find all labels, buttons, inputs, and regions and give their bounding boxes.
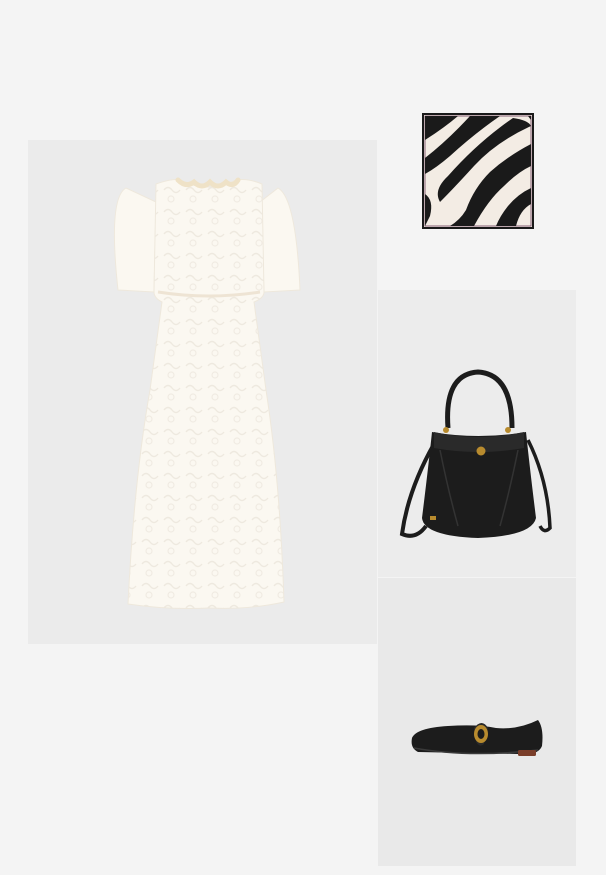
black-mary-jane-ballet-flat-image bbox=[411, 720, 543, 756]
bag-product-card[interactable] bbox=[378, 290, 576, 577]
zebra-print-silk-scarf-image bbox=[422, 113, 534, 229]
dress-product-card[interactable] bbox=[28, 140, 377, 644]
shoes-product-card[interactable] bbox=[378, 578, 576, 866]
white-lace-midi-dress-image bbox=[113, 177, 301, 609]
scarf-product-card[interactable] bbox=[378, 70, 576, 288]
black-leather-bucket-bag-image bbox=[399, 369, 552, 538]
